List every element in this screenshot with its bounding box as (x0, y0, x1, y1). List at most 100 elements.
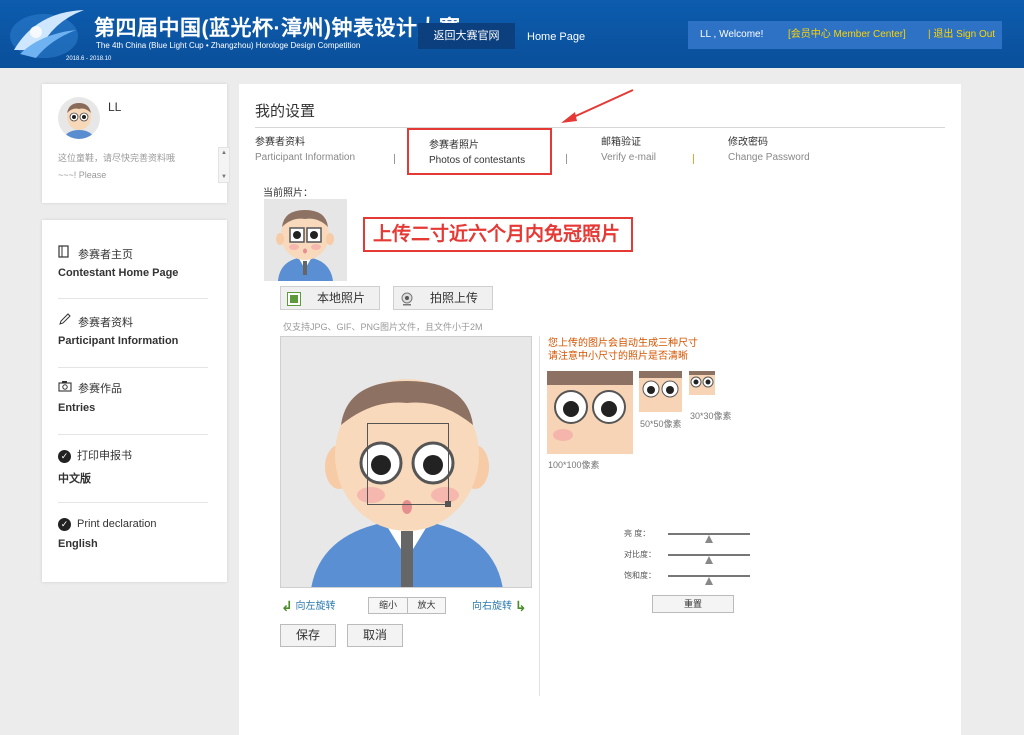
preview-note-line-2: 请注意中小尺寸的照片是否清晰 (548, 351, 688, 362)
camera-upload-button[interactable]: 拍照上传 (393, 286, 493, 310)
divider (58, 434, 208, 435)
tab-label-en: Photos of contestants (429, 155, 526, 166)
save-button[interactable]: 保存 (280, 624, 336, 647)
rotate-left-label: 向左旋转 (295, 601, 336, 612)
file-format-hint: 仅支持JPG、GIF、PNG图片文件，且文件小于2M (283, 322, 483, 332)
image-icon (287, 291, 301, 306)
sidebar-item-participant-info[interactable]: 参赛者资料 Participant Information (58, 313, 208, 347)
scroll-down-icon[interactable]: ▼ (221, 174, 227, 180)
local-photo-label: 本地照片 (317, 291, 366, 305)
tab-label-cn: 参赛者资料 (255, 137, 305, 148)
preview-30-label: 30*30像素 (690, 411, 732, 421)
tab-label-en: Change Password (728, 152, 810, 163)
tab-label-cn: 参赛者照片 (429, 140, 479, 151)
menu-label-cn: 参赛者资料 (78, 317, 133, 329)
menu-label-en: Entries (58, 402, 96, 414)
preview-note: 您上传的图片会自动生成三种尺寸 请注意中小尺寸的照片是否清晰 (548, 337, 698, 363)
crop-resize-handle[interactable] (445, 501, 451, 507)
tab-change-password[interactable]: 修改密码 Change Password (728, 135, 810, 165)
avatar (58, 97, 100, 139)
brightness-label: 亮 度： (624, 529, 651, 538)
rotate-right-icon: ↳ (514, 597, 527, 614)
profile-card: LL 这位童鞋，请尽快完善资料哦~~~! Please ▲ ▼ (42, 84, 230, 203)
tab-separator (566, 154, 567, 164)
tab-verify-email[interactable]: 邮箱验证 Verify e-mail (601, 135, 656, 165)
check-icon: ✓ (58, 518, 71, 531)
tab-label-en: Verify e-mail (601, 152, 657, 163)
sidebar-item-contestant-home[interactable]: 参赛者主页 Contestant Home Page (58, 245, 208, 279)
tab-participant-info[interactable]: 参赛者资料 Participant Information (255, 135, 355, 165)
check-icon: ✓ (58, 450, 71, 463)
saturation-knob[interactable] (705, 577, 713, 585)
home-page-link[interactable]: Home Page (527, 23, 585, 49)
divider (58, 298, 208, 299)
note-scrollbar[interactable]: ▲ ▼ (218, 147, 230, 183)
profile-completion-note: 这位童鞋，请尽快完善资料哦~~~! Please (58, 153, 176, 180)
menu-label-en: Contestant Home Page (58, 267, 179, 279)
tab-label-cn: 修改密码 (728, 137, 768, 148)
current-photo (264, 199, 347, 281)
competition-title: 第四届中国(蓝光杯·漳州)钟表设计大赛 (94, 17, 461, 40)
competition-title-en: The 4th China (Blue Light Cup • Zhangzho… (96, 41, 361, 50)
preview-100-label: 100*100像素 (548, 460, 600, 470)
zoom-out-button[interactable]: 缩小 (369, 598, 407, 613)
zoom-controls: 缩小 放大 (368, 597, 446, 614)
vertical-divider (539, 336, 540, 696)
menu-label-en: English (58, 538, 98, 550)
profile-name: LL (108, 100, 122, 114)
tab-separator (693, 154, 694, 164)
back-to-official-site-link[interactable]: 返回大赛官网 (418, 23, 515, 49)
preview-30px (689, 371, 715, 395)
annotation-arrow-icon (561, 89, 634, 123)
menu-label-cn: 参赛者主页 (78, 249, 133, 261)
preview-100px (547, 371, 633, 454)
menu-label-cn: 参赛作品 (78, 383, 122, 395)
settings-panel: 我的设置 参赛者资料 Participant Information 参赛者照片… (239, 84, 961, 735)
rotate-left-icon: ↲ (281, 597, 293, 614)
sidebar-item-entries[interactable]: 参赛作品 Entries (58, 380, 208, 414)
tab-contestant-photos[interactable]: 参赛者照片 Photos of contestants (407, 128, 552, 175)
user-bar: LL , Welcome! [会员中心 Member Center] | 退出 … (688, 21, 1002, 49)
sidebar-item-print-declaration-en[interactable]: ✓ Print declaration English (58, 516, 208, 550)
camera-upload-label: 拍照上传 (430, 291, 479, 305)
reset-button[interactable]: 重置 (652, 595, 734, 613)
tab-separator (394, 154, 395, 164)
sidebar-menu: 参赛者主页 Contestant Home Page 参赛者资料 Partici… (42, 220, 227, 582)
menu-label-cn: Print declaration (77, 518, 157, 530)
menu-label-en: 中文版 (58, 473, 91, 485)
divider (58, 502, 208, 503)
home-icon (58, 245, 72, 263)
saturation-label: 饱和度： (624, 571, 656, 580)
page-title: 我的设置 (255, 103, 316, 120)
photo-crop-area[interactable] (280, 336, 532, 588)
preview-50-label: 50*50像素 (640, 419, 682, 429)
upload-instruction-callout: 上传二寸近六个月内免冠照片 (363, 217, 633, 252)
scroll-up-icon[interactable]: ▲ (221, 150, 227, 156)
pencil-icon (58, 313, 72, 331)
menu-label-en: Participant Information (58, 335, 179, 347)
logo (6, 4, 88, 64)
tab-label-en: Participant Information (255, 152, 356, 163)
zoom-in-button[interactable]: 放大 (407, 598, 445, 613)
rotate-right-button[interactable]: 向右旋转 ↳ (472, 597, 527, 615)
site-header: 第四届中国(蓝光杯·漳州)钟表设计大赛 The 4th China (Blue … (0, 0, 1024, 68)
brightness-knob[interactable] (705, 535, 713, 543)
rotate-right-label: 向右旋转 (472, 601, 512, 612)
welcome-text: LL , Welcome! (700, 29, 764, 40)
competition-dates: 2018.6 - 2018.10 (66, 56, 112, 62)
crop-selection[interactable] (367, 423, 449, 505)
camera-icon (58, 380, 72, 397)
contrast-label: 对比度： (624, 550, 656, 559)
tab-label-cn: 邮箱验证 (601, 137, 641, 148)
local-photo-button[interactable]: 本地照片 (280, 286, 380, 310)
cancel-button[interactable]: 取消 (347, 624, 403, 647)
preview-note-line-1: 您上传的图片会自动生成三种尺寸 (548, 338, 698, 349)
menu-label-cn: 打印申报书 (77, 450, 132, 462)
member-center-link[interactable]: [会员中心 Member Center] (788, 21, 906, 49)
sidebar-item-print-declaration-cn[interactable]: ✓ 打印申报书 中文版 (58, 448, 208, 486)
divider (58, 367, 208, 368)
rotate-left-button[interactable]: ↲ 向左旋转 (281, 597, 336, 615)
preview-50px (639, 371, 682, 412)
contrast-knob[interactable] (705, 556, 713, 564)
sign-out-link[interactable]: | 退出 Sign Out (928, 21, 995, 49)
